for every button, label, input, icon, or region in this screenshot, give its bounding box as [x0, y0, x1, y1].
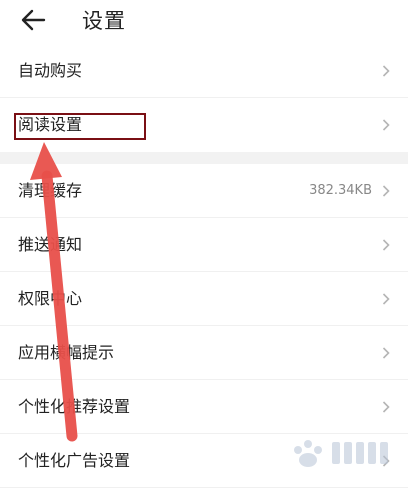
- arrow-left-icon[interactable]: [20, 8, 46, 32]
- settings-group-bottom: 清理缓存 382.34KB 推送通知 权限中心 应用横幅提示 个性化推荐设置 个…: [0, 164, 408, 488]
- settings-item-label: 个性化推荐设置: [18, 397, 131, 416]
- chevron-right-icon: [382, 293, 390, 305]
- settings-item-push-notifications[interactable]: 推送通知: [0, 218, 408, 272]
- chevron-right-icon: [382, 119, 390, 131]
- section-divider: [0, 152, 408, 164]
- settings-item-clear-cache[interactable]: 清理缓存 382.34KB: [0, 164, 408, 218]
- settings-item-label: 推送通知: [18, 235, 83, 254]
- settings-item-personalized-ads[interactable]: 个性化广告设置: [0, 434, 408, 488]
- page-title: 设置: [82, 9, 126, 33]
- settings-item-label: 应用横幅提示: [18, 343, 115, 362]
- settings-item-reading-settings[interactable]: 阅读设置: [0, 98, 408, 152]
- settings-item-permission-center[interactable]: 权限中心: [0, 272, 408, 326]
- settings-item-personalized-recommendations[interactable]: 个性化推荐设置: [0, 380, 408, 434]
- chevron-right-icon: [382, 401, 390, 413]
- chevron-right-icon: [382, 347, 390, 359]
- chevron-right-icon: [382, 455, 390, 467]
- settings-item-label: 个性化广告设置: [18, 451, 131, 470]
- settings-item-label: 清理缓存: [18, 181, 83, 200]
- settings-group-top: 自动购买 阅读设置: [0, 44, 408, 152]
- chevron-right-icon: [382, 185, 390, 197]
- settings-item-banner-tips[interactable]: 应用横幅提示: [0, 326, 408, 380]
- settings-item-auto-purchase[interactable]: 自动购买: [0, 44, 408, 98]
- settings-item-label: 阅读设置: [18, 115, 83, 134]
- settings-item-label: 权限中心: [18, 289, 83, 308]
- chevron-right-icon: [382, 239, 390, 251]
- settings-item-label: 自动购买: [18, 61, 83, 80]
- chevron-right-icon: [382, 65, 390, 77]
- cache-size-value: 382.34KB: [309, 183, 372, 198]
- header-bar: 设置: [0, 0, 408, 44]
